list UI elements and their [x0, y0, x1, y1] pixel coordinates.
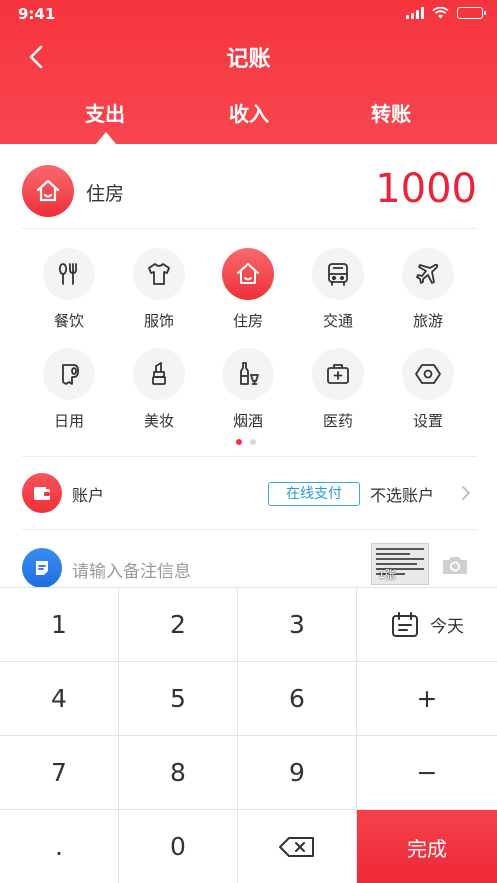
account-row[interactable]: 账户 在线支付 不选账户	[22, 468, 477, 518]
chevron-right-icon	[462, 486, 471, 500]
bottle-glass-icon	[222, 348, 274, 400]
page-dot[interactable]	[250, 439, 256, 445]
number-keypad: 1 2 3 今天 4 5 6 + 7 8 9 − . 0 完成	[0, 587, 497, 883]
wifi-icon	[432, 7, 449, 19]
key-5[interactable]: 5	[119, 662, 238, 736]
category-label: 餐饮	[53, 312, 84, 330]
calendar-icon	[392, 611, 418, 637]
note-icon	[22, 548, 62, 588]
key-0[interactable]: 0	[119, 810, 238, 883]
done-button[interactable]: 完成	[357, 810, 497, 883]
backspace-key[interactable]	[238, 810, 357, 883]
wallet-icon	[22, 473, 62, 513]
backspace-icon	[279, 836, 314, 857]
category-beauty[interactable]: 美妆	[119, 348, 199, 431]
hexagon-settings-icon	[402, 348, 454, 400]
account-label: 账户	[72, 486, 105, 505]
divider	[22, 529, 477, 530]
selected-category-row: 住房 1000	[22, 164, 477, 224]
key-2[interactable]: 2	[119, 588, 238, 662]
tab-income[interactable]: 收入	[194, 98, 304, 127]
today-label: 今天	[430, 617, 464, 637]
online-pay-badge[interactable]: 在线支付	[268, 482, 360, 506]
account-value[interactable]: 不选账户	[370, 482, 434, 506]
minus-key[interactable]: −	[357, 736, 497, 810]
tshirt-icon	[133, 248, 185, 300]
amount-display: 1000	[375, 166, 477, 212]
key-7[interactable]: 7	[0, 736, 119, 810]
category-transport[interactable]: 交通	[298, 248, 378, 331]
selected-category-label: 住房	[86, 183, 125, 205]
bus-icon	[312, 248, 364, 300]
category-label: 住房	[232, 312, 263, 330]
category-medical[interactable]: 医药	[298, 348, 378, 431]
lipstick-icon	[133, 348, 185, 400]
signal-icon	[406, 7, 424, 19]
category-label: 设置	[412, 412, 443, 430]
tab-transfer[interactable]: 转账	[336, 98, 446, 127]
category-label: 旅游	[412, 312, 443, 330]
page-dot-active[interactable]	[236, 439, 242, 445]
dot-key[interactable]: .	[0, 810, 119, 883]
category-label: 服饰	[143, 312, 174, 330]
plus-key[interactable]: +	[357, 662, 497, 736]
receipt-thumbnail[interactable]: 1张	[371, 543, 429, 585]
page-title: 记账	[226, 47, 271, 72]
category-dining[interactable]: 餐饮	[29, 248, 109, 331]
toilet-paper-icon	[43, 348, 95, 400]
status-bar: 9:41	[0, 0, 497, 28]
note-row: 请输入备注信息 1张	[22, 543, 477, 593]
status-time: 9:41	[18, 5, 56, 23]
tab-expense[interactable]: 支出	[50, 98, 160, 127]
category-travel[interactable]: 旅游	[388, 248, 468, 331]
today-key[interactable]: 今天	[357, 588, 497, 662]
category-clothing[interactable]: 服饰	[119, 248, 199, 331]
note-input[interactable]: 请输入备注信息	[72, 557, 191, 582]
battery-icon	[457, 7, 486, 19]
key-3[interactable]: 3	[238, 588, 357, 662]
category-label: 医药	[322, 412, 353, 430]
category-label: 交通	[322, 312, 353, 330]
key-6[interactable]: 6	[238, 662, 357, 736]
utensils-icon	[43, 248, 95, 300]
category-settings[interactable]: 设置	[388, 348, 468, 431]
status-icons	[406, 7, 486, 19]
key-8[interactable]: 8	[119, 736, 238, 810]
category-daily[interactable]: 日用	[29, 348, 109, 431]
category-label: 烟酒	[232, 412, 263, 430]
page-indicator	[236, 439, 256, 445]
category-housing[interactable]: 住房	[208, 248, 288, 331]
type-tabs: 支出 收入 转账	[0, 98, 497, 144]
camera-icon[interactable]	[440, 553, 470, 577]
key-1[interactable]: 1	[0, 588, 119, 662]
category-tobacco-alcohol[interactable]: 烟酒	[208, 348, 288, 431]
divider	[22, 456, 477, 457]
airplane-icon	[402, 248, 454, 300]
receipt-count: 1张	[378, 568, 396, 581]
medical-kit-icon	[312, 348, 364, 400]
header: 9:41 记账 支出 收入 转账	[0, 0, 497, 144]
house-icon	[222, 248, 274, 300]
key-4[interactable]: 4	[0, 662, 119, 736]
category-label: 美妆	[143, 412, 174, 430]
key-9[interactable]: 9	[238, 736, 357, 810]
category-label: 日用	[53, 412, 84, 430]
house-icon	[22, 165, 74, 217]
divider	[22, 228, 477, 229]
active-tab-indicator	[96, 132, 116, 144]
